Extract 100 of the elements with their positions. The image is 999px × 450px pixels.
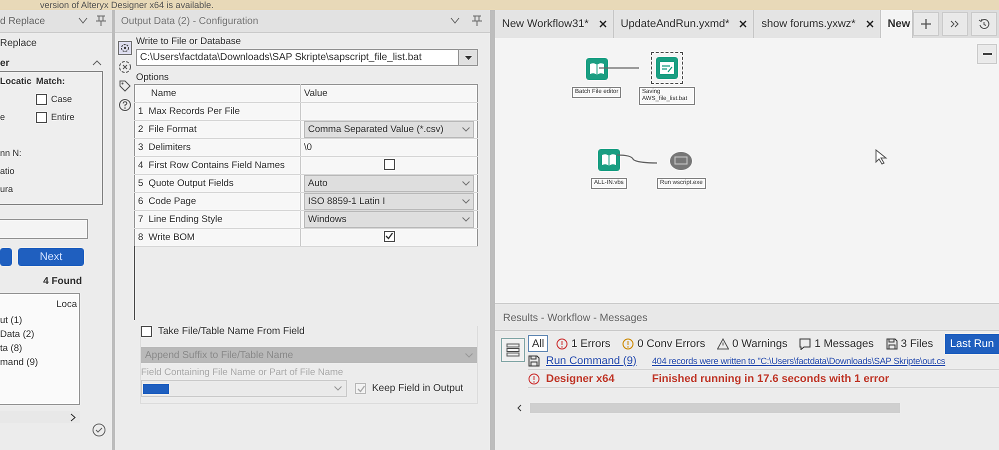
checkbox-label: Entire [51, 112, 75, 122]
workflow-tab[interactable]: New Workflow31* [495, 10, 614, 38]
close-icon[interactable] [598, 20, 607, 28]
file-link[interactable]: 404 records were written to "C:\Users\factdata\Downloads\SAP Skripte\out.cs [648, 356, 999, 366]
check-icon [384, 231, 394, 242]
cursor-icon [875, 149, 889, 165]
location-option[interactable]: nn N: [0, 148, 36, 158]
option-name: 6 Code Page [134, 192, 300, 210]
checkbox[interactable] [384, 158, 394, 170]
option-name: 1 Max Records Per File [134, 102, 300, 120]
last-run-button[interactable]: Last Run [944, 334, 999, 354]
pin-icon[interactable] [94, 15, 108, 27]
horizontal-scrollbar[interactable] [0, 411, 80, 423]
panel-title: Output Data (2) - Configuration [121, 16, 260, 26]
checkbox[interactable] [36, 94, 47, 104]
location-option[interactable]: ura [0, 184, 36, 194]
filter-button[interactable]: 0 Warnings [713, 335, 792, 352]
tool-link[interactable]: Run Command (9) [542, 354, 648, 366]
rows-icon [506, 343, 520, 357]
option-name: 5 Quote Output Fields [134, 174, 300, 192]
option-dropdown[interactable]: Windows [304, 211, 474, 228]
panel-title: d Replace [0, 16, 46, 26]
message-text: Finished running in 17.6 seconds with 1 error [651, 372, 890, 384]
location-option[interactable]: e [0, 112, 36, 122]
checkbox[interactable] [141, 326, 152, 337]
zoom-out-button[interactable] [977, 44, 997, 64]
output-data-icon[interactable] [651, 52, 683, 84]
chevron-up-icon[interactable] [92, 60, 102, 66]
workflow-tab[interactable]: New [880, 10, 914, 38]
help-icon[interactable] [118, 98, 132, 112]
minus-icon [982, 53, 992, 55]
option-name: 3 Delimiters [134, 138, 300, 156]
filter-button[interactable]: All [528, 335, 548, 352]
check-icon [356, 384, 366, 394]
checkbox-label: Keep Field in Output [372, 383, 464, 394]
option-dropdown[interactable]: Auto [304, 175, 474, 192]
checkbox-label: Case [51, 94, 72, 104]
filter-button[interactable]: 0 Conv Errors [618, 335, 710, 352]
close-icon[interactable] [866, 20, 874, 28]
close-icon[interactable] [739, 20, 748, 28]
field-label: Field Containing File Name or Part of File Name [141, 367, 344, 378]
result-item[interactable]: mand (9) [0, 356, 79, 370]
result-item[interactable]: Data (2) [0, 328, 79, 342]
chevron-down-icon[interactable] [78, 17, 88, 25]
column-header: Loca [55, 298, 78, 312]
option-name: 2 File Format [134, 120, 300, 138]
filter-button[interactable]: 1 Messages [795, 335, 878, 352]
column-header: Match: [36, 76, 66, 86]
settings-icon[interactable] [118, 41, 132, 55]
chevron-down-icon [334, 386, 342, 391]
chevron-down-icon [465, 352, 473, 358]
add-icon [920, 18, 932, 30]
chevron-down-icon [462, 127, 470, 132]
tab[interactable]: Replace [0, 33, 112, 55]
tag-icon[interactable] [118, 79, 132, 93]
warning-icon [717, 338, 730, 350]
add-button[interactable] [913, 12, 940, 36]
layout-toggle-button[interactable] [501, 338, 525, 362]
option-name: 4 First Row Contains Field Names [134, 156, 300, 174]
option-value[interactable]: \0 [300, 138, 478, 156]
checkbox-label: Take File/Table Name From Field [158, 326, 305, 337]
save-icon [528, 354, 540, 366]
panel-title: Results - Workflow - Messages [495, 304, 999, 331]
previous-button[interactable] [0, 248, 12, 266]
location-option[interactable]: atio [0, 166, 36, 176]
chevron-down-icon [462, 181, 470, 186]
section-header: er [0, 58, 10, 68]
filter-button[interactable]: 3 Files [882, 335, 938, 352]
error-icon [622, 338, 634, 350]
column-header: Value [300, 84, 478, 102]
chevron-down-icon [462, 199, 470, 204]
chevron-left-icon [517, 404, 522, 412]
result-item[interactable]: ut (1) [0, 314, 79, 328]
checkbox[interactable] [384, 230, 394, 242]
error-icon [528, 372, 540, 384]
option-dropdown[interactable]: Comma Separated Value (*.csv) [304, 121, 474, 138]
chevron-right-icon[interactable] [70, 412, 76, 422]
circle-x-icon[interactable] [118, 60, 132, 74]
option-name: 8 Write BOM [134, 228, 300, 246]
search-field[interactable] [0, 219, 88, 239]
chevron-down-icon[interactable] [450, 17, 460, 25]
option-dropdown[interactable]: ISO 8859-1 Latin I [304, 193, 474, 210]
next-button[interactable]: Next [18, 248, 84, 266]
workflow-tab[interactable]: show forums.yxwz* [754, 10, 881, 38]
workflow-tab[interactable]: UpdateAndRun.yxmd* [614, 10, 754, 38]
column-header: Name [134, 84, 300, 102]
update-banner: version of Alteryx Designer x64 is available. [0, 0, 999, 10]
result-item[interactable]: ta (8) [0, 342, 79, 356]
pin-icon[interactable] [470, 15, 484, 27]
caret-down-icon[interactable] [464, 56, 472, 60]
history-button[interactable] [971, 12, 998, 36]
filter-button[interactable]: 1 Errors [552, 335, 614, 352]
chevron-down-icon [462, 217, 470, 222]
checkbox[interactable] [36, 112, 47, 122]
tool-name: Designer x64 [545, 372, 616, 384]
column-header: Locatic [0, 76, 33, 86]
connector-line [617, 153, 657, 165]
check-circle-icon[interactable] [92, 423, 106, 437]
more-button[interactable] [942, 12, 968, 36]
field-dropdown[interactable] [141, 380, 347, 397]
